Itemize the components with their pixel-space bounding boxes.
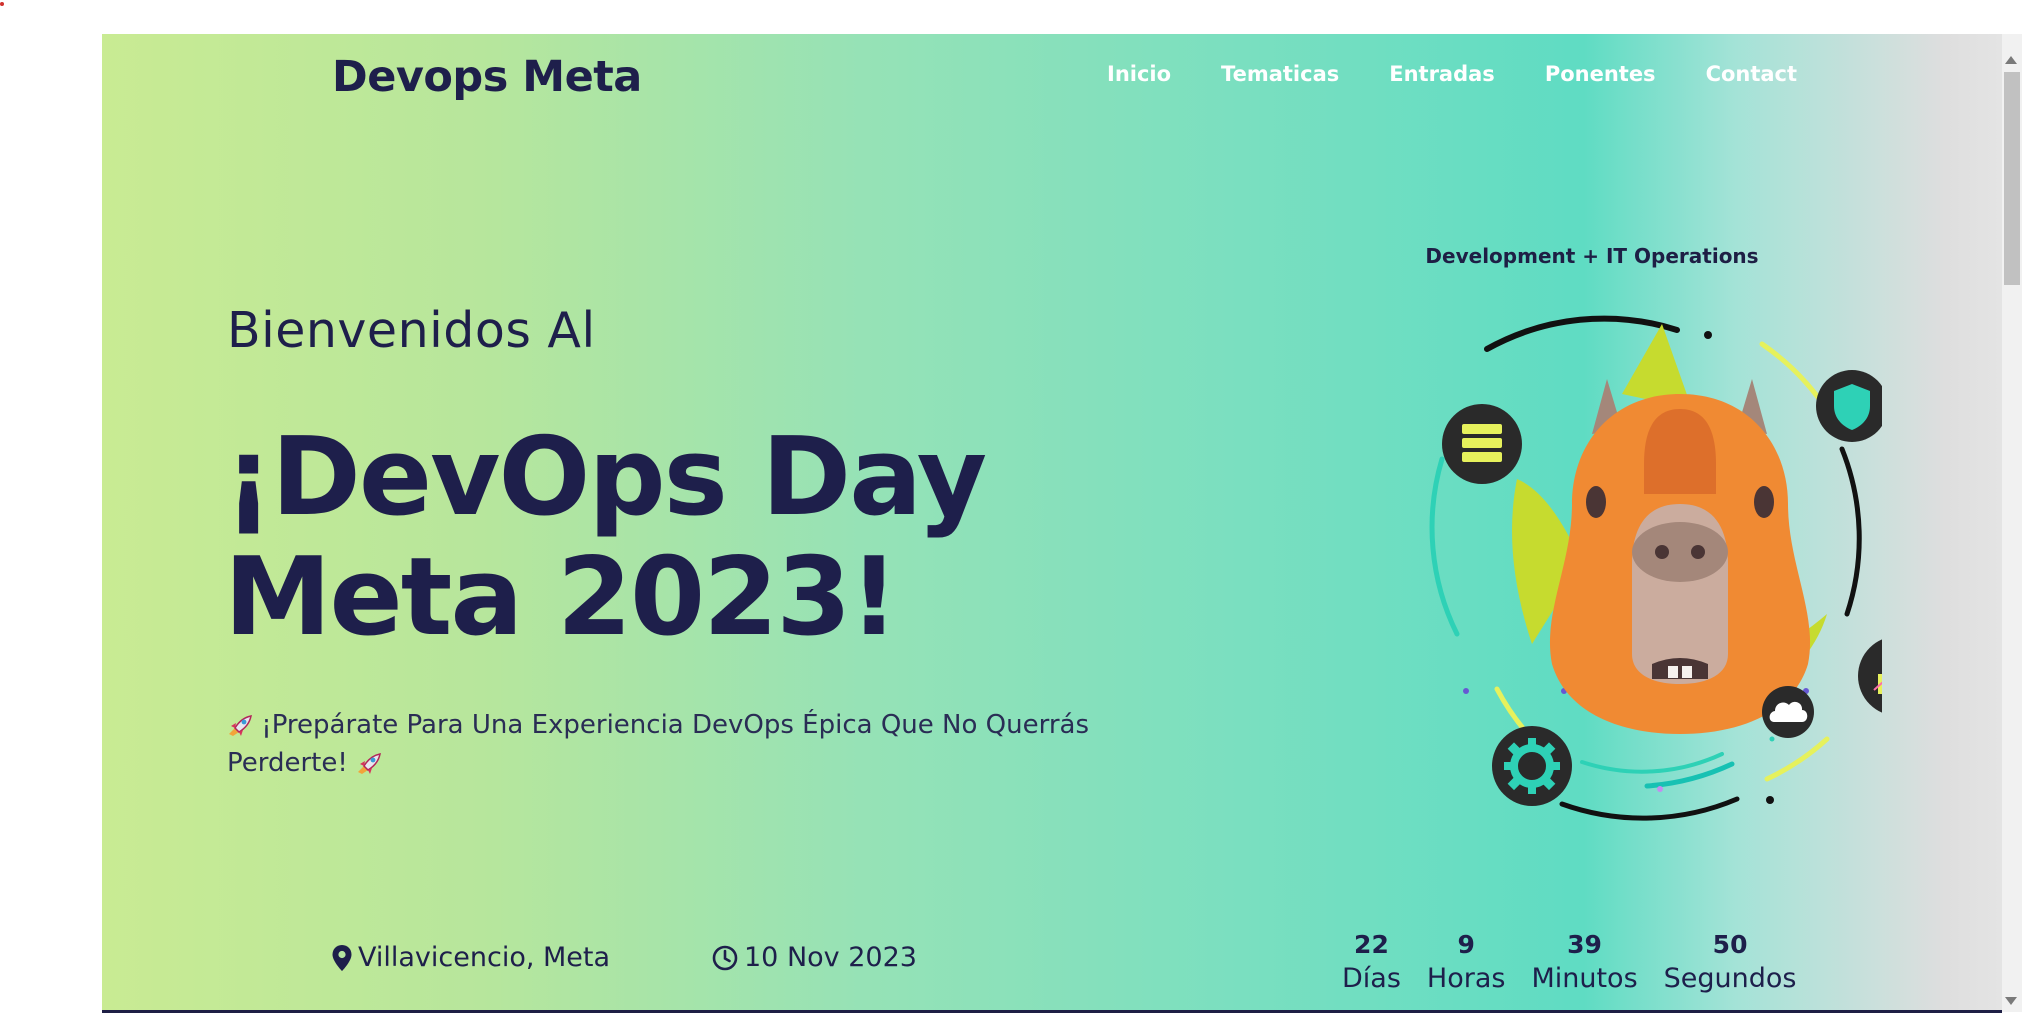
event-title-line2: Meta 2023!	[224, 535, 899, 660]
countdown-minutes: 39 Minutos	[1531, 930, 1637, 994]
scrollbar-thumb[interactable]	[2004, 72, 2020, 285]
countdown-days-label: Días	[1342, 963, 1401, 994]
countdown-minutes-label: Minutos	[1531, 963, 1638, 994]
nav-link-ponentes[interactable]: Ponentes	[1545, 62, 1656, 86]
cloud-icon	[1762, 686, 1814, 738]
countdown-hours-value: 9	[1457, 930, 1475, 959]
event-date: 10 Nov 2023	[712, 942, 917, 973]
devops-illustration	[1429, 315, 1882, 821]
countdown-days-value: 22	[1354, 930, 1389, 959]
countdown-hours-label: Horas	[1426, 963, 1506, 994]
scroll-up-arrow-icon[interactable]	[2005, 56, 2017, 64]
rocket-icon	[229, 715, 252, 736]
countdown-minutes-value: 39	[1567, 930, 1602, 959]
scroll-down-arrow-icon[interactable]	[2005, 997, 2017, 1005]
main-nav: Inicio Tematicas Entradas Ponentes Conta…	[1107, 62, 1797, 86]
map-pin-icon	[332, 944, 352, 971]
clock-icon	[712, 945, 738, 970]
hero-section: Devops Meta Inicio Tematicas Entradas Po…	[102, 34, 2002, 1012]
countdown-timer: 22 Días 9 Horas 39 Minutos 50 Segundos	[1342, 930, 1797, 994]
event-tagline: ¡Prepárate Para Una Experiencia DevOps É…	[227, 706, 1107, 782]
countdown-seconds-label: Segundos	[1663, 963, 1797, 994]
capybara-mascot	[1549, 379, 1811, 734]
nav-link-inicio[interactable]: Inicio	[1107, 62, 1171, 86]
countdown-seconds: 50 Segundos	[1664, 930, 1797, 994]
countdown-hours: 9 Horas	[1427, 930, 1506, 994]
rocket-icon	[358, 753, 382, 774]
bar-chart-icon	[1858, 639, 1882, 713]
brand-logo[interactable]: Devops Meta	[332, 52, 642, 102]
welcome-heading: Bienvenidos Al	[227, 302, 596, 359]
shield-icon	[1816, 370, 1882, 442]
event-title: ¡DevOps Day Meta 2023!	[224, 418, 1124, 658]
location-text: Villavicencio, Meta	[358, 942, 611, 973]
countdown-days: 22 Días	[1342, 930, 1401, 994]
countdown-seconds-value: 50	[1712, 930, 1748, 959]
nav-link-contact[interactable]: Contact	[1706, 62, 1798, 86]
gear-icon	[1492, 726, 1572, 806]
nav-link-entradas[interactable]: Entradas	[1389, 62, 1495, 86]
database-icon	[1442, 404, 1522, 484]
corner-marker	[0, 2, 4, 6]
event-title-line1: ¡DevOps Day	[224, 415, 987, 540]
event-location: Villavicencio, Meta	[332, 942, 610, 973]
nav-link-tematicas[interactable]: Tematicas	[1221, 62, 1339, 86]
date-text: 10 Nov 2023	[744, 942, 917, 973]
